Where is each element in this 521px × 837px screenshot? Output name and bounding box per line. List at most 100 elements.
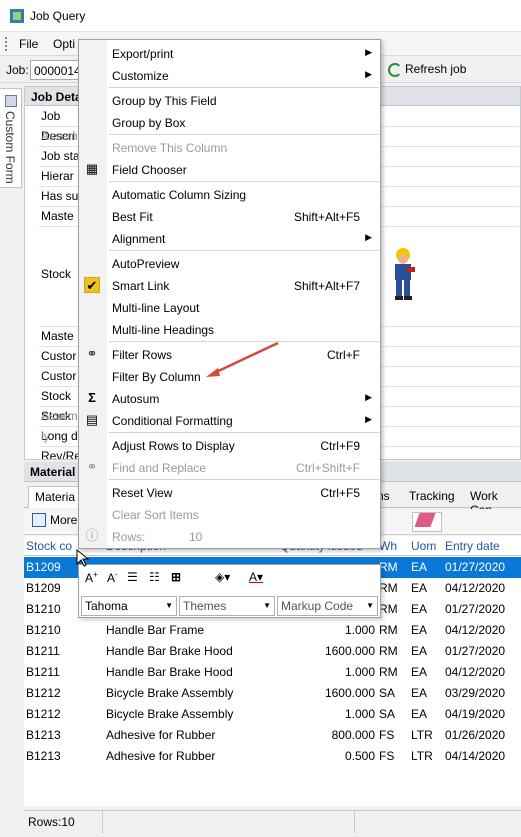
menu-file[interactable]: File xyxy=(19,37,38,51)
cell-description: Handle Bar Frame xyxy=(106,623,205,637)
cell-stock-code: B1211 xyxy=(26,665,60,679)
menu-item-label: Automatic Column Sizing xyxy=(112,188,247,202)
menu-item-label: Remove This Column xyxy=(112,141,228,155)
menu-item-smart-link[interactable]: ✔ Smart Link Shift+Alt+F7 xyxy=(79,274,380,296)
cell-entry-date: 04/12/2020 xyxy=(445,581,506,595)
cell-uom: LTR xyxy=(411,749,433,763)
menu-item-label: AutoPreview xyxy=(112,257,180,271)
job-input[interactable]: 0000014 xyxy=(30,60,80,80)
markup-combo[interactable]: Markup Code ▼ xyxy=(277,596,378,616)
menu-item-customize[interactable]: Customize ▶ xyxy=(79,64,380,86)
markup-value: Markup Code xyxy=(281,599,354,613)
menu-item-label: Field Chooser xyxy=(112,163,187,177)
find-icon[interactable]: ⊞ xyxy=(171,570,181,584)
cell-quantity: 800.000 xyxy=(331,728,375,742)
menu-item-label: Group by This Field xyxy=(112,94,217,108)
col-warehouse[interactable]: Wh xyxy=(379,539,397,553)
menu-item-label: Filter By Column xyxy=(112,370,201,384)
table-row[interactable]: B1212 Bicycle Brake Assembly 1.000 SA EA 04/1… xyxy=(24,704,521,725)
info-icon: ⓘ xyxy=(85,528,99,543)
table-row[interactable]: B1210 Handle Bar Frame 1.000 RM EA 04/12/2020 xyxy=(24,620,521,641)
chevron-down-icon: ▼ xyxy=(366,601,374,610)
cell-stock-code: B1212 xyxy=(26,686,61,700)
shrink-font-icon[interactable]: A- xyxy=(107,570,118,585)
col-uom[interactable]: Uom xyxy=(411,539,436,553)
annotation-arrow xyxy=(206,341,279,377)
menu-item-find-and-replace: ⚭ Find and Replace Ctrl+Shift+F xyxy=(79,456,380,478)
menu-item-field-chooser[interactable]: ▦ Field Chooser xyxy=(79,158,380,180)
menu-item-shortcut: Shift+Alt+F5 xyxy=(293,210,360,224)
cell-entry-date: 01/26/2020 xyxy=(445,728,506,742)
bullet-list-icon[interactable]: ☷ xyxy=(149,570,160,584)
chevron-down-icon: ▼ xyxy=(165,601,173,610)
menu-item-shortcut: Ctrl+F5 xyxy=(320,486,360,500)
numbered-list-icon[interactable]: ☰ xyxy=(127,570,138,584)
cell-warehouse: RM xyxy=(379,560,398,574)
cell-warehouse: SA xyxy=(379,686,396,700)
menu-item-shortcut: 10 xyxy=(189,530,203,544)
menu-item-label: Smart Link xyxy=(112,279,170,293)
cell-description: Adhesive for Rubber xyxy=(106,728,216,742)
menu-item-group-by-box[interactable]: Group by Box xyxy=(79,111,380,133)
menu-item-multi-line-layout[interactable]: Multi-line Layout xyxy=(79,296,380,318)
menu-item-reset-view[interactable]: Reset View Ctrl+F5 xyxy=(79,481,380,503)
title-bar: Job Query xyxy=(0,0,521,32)
grow-font-icon[interactable]: A+ xyxy=(85,570,98,585)
cell-quantity: 1.000 xyxy=(344,623,375,637)
grip-handle[interactable] xyxy=(5,37,7,51)
detail-label: Stock xyxy=(41,389,72,403)
app-icon xyxy=(10,9,24,23)
cell-warehouse: FS xyxy=(379,749,395,763)
status-divider xyxy=(102,811,103,833)
font-combo[interactable]: Tahoma ▼ xyxy=(81,596,177,616)
mini-format-toolbar: A+ A- ☰ ☷ ⊞ ◈▾ A▾ Tahoma ▼ Themes ▼ Markup… xyxy=(78,564,381,618)
tab-material[interactable]: Materia xyxy=(28,486,83,508)
cell-uom: EA xyxy=(411,581,428,595)
detail-label: Maste xyxy=(41,209,74,223)
cell-uom: EA xyxy=(411,686,428,700)
cell-uom: EA xyxy=(411,707,428,721)
detail-value: ly xyxy=(41,429,50,443)
menu-item-group-by-this-field[interactable]: Group by This Field xyxy=(79,89,380,111)
tab-tracking[interactable]: Tracking xyxy=(409,489,455,503)
themes-combo[interactable]: Themes ▼ xyxy=(179,596,275,616)
menu-separator xyxy=(109,250,379,251)
submenu-arrow-icon: ▶ xyxy=(365,69,372,79)
col-entry-date[interactable]: Entry date xyxy=(445,539,500,553)
menu-item-adjust-rows-to-display[interactable]: Adjust Rows to Display Ctrl+F9 xyxy=(79,434,380,456)
cell-quantity: 0.500 xyxy=(344,749,375,763)
menu-options[interactable]: Opti xyxy=(53,37,75,51)
refresh-icon xyxy=(388,63,402,77)
menu-item-alignment[interactable]: Alignment ▶ xyxy=(79,227,380,249)
menu-item-autopreview[interactable]: AutoPreview xyxy=(79,252,380,274)
cell-warehouse: RM xyxy=(379,581,398,595)
detail-label: Custor xyxy=(41,369,77,383)
table-row[interactable]: B1213 Adhesive for Rubber 0.500 FS LTR 04/14/… xyxy=(24,746,521,767)
refresh-job-button[interactable]: Refresh job xyxy=(385,60,472,80)
menu-item-autosum[interactable]: Σ Autosum ▶ xyxy=(79,387,380,409)
menu-item-automatic-column-sizing[interactable]: Automatic Column Sizing xyxy=(79,183,380,205)
menu-item-best-fit[interactable]: Best Fit Shift+Alt+F5 xyxy=(79,205,380,227)
table-row[interactable]: B1213 Adhesive for Rubber 800.000 FS LTR 01/2… xyxy=(24,725,521,746)
font-color-icon[interactable]: A▾ xyxy=(249,570,263,584)
detail-label: Custor xyxy=(41,349,77,363)
col-stock-code[interactable]: Stock co xyxy=(26,539,72,553)
menu-item-label: Filter Rows xyxy=(112,348,173,362)
chevron-down-icon: ▼ xyxy=(263,601,271,610)
fill-color-icon[interactable]: ◈▾ xyxy=(215,570,230,584)
menu-item-conditional-formatting[interactable]: ▤ Conditional Formatting ▶ xyxy=(79,409,380,431)
job-label: Job: xyxy=(6,63,29,77)
table-row[interactable]: B1211 Handle Bar Brake Hood 1600.000 RM EA 01… xyxy=(24,641,521,662)
table-row[interactable]: B1211 Handle Bar Brake Hood 1.000 RM EA 04/12… xyxy=(24,662,521,683)
cell-description: Adhesive for Rubber xyxy=(106,749,216,763)
table-row[interactable]: B1212 Bicycle Brake Assembly 1600.000 SA EA 0… xyxy=(24,683,521,704)
rows-count: Rows:10 xyxy=(28,815,75,829)
cell-entry-date: 04/12/2020 xyxy=(445,623,506,637)
detail-label: Job xyxy=(41,109,61,123)
menu-item-shortcut: Ctrl+F xyxy=(327,348,360,362)
menu-item-shortcut: Ctrl+F9 xyxy=(320,439,360,453)
custom-form-tab[interactable]: Custom Form xyxy=(0,88,22,188)
menu-item-multi-line-headings[interactable]: Multi-line Headings xyxy=(79,318,380,340)
more-button[interactable]: More xyxy=(32,513,77,527)
menu-item-export-print[interactable]: Export/print ▶ xyxy=(79,42,380,64)
